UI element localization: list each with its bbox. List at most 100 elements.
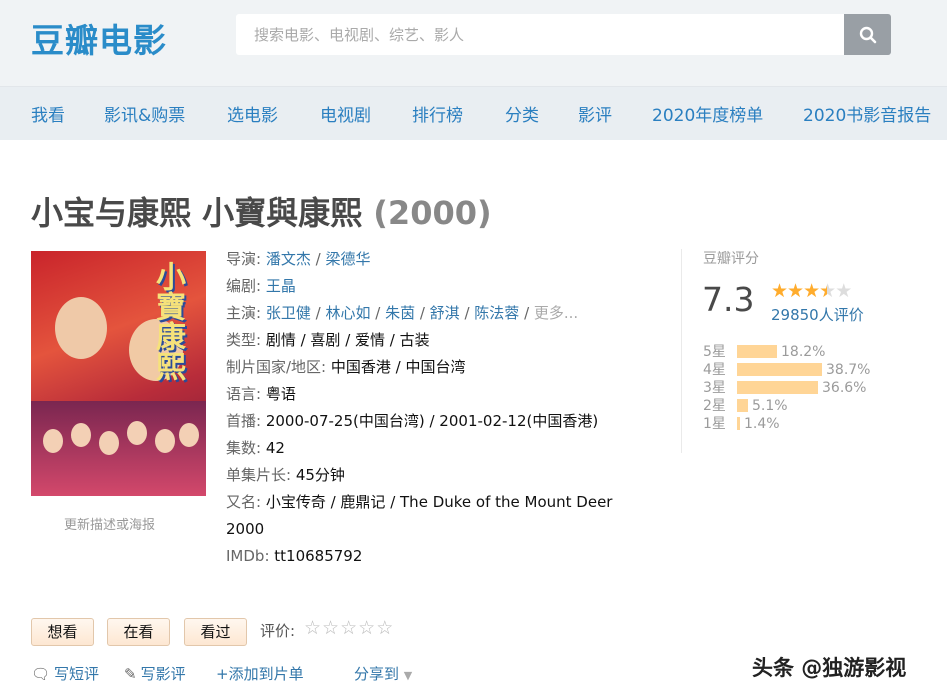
rating-bar-row: 5星 18.2% [703,343,825,361]
episodes-value: 42 [265,439,285,457]
genre-label: 类型: [226,331,262,349]
rating-bar-percent: 5.1% [752,398,788,414]
update-poster-link[interactable]: 更新描述或海报 [64,514,155,533]
poster-figure [43,429,63,453]
region-value: 中国香港 / 中国台湾 [330,358,466,376]
rating-divider [681,249,682,453]
search-button[interactable] [844,14,891,55]
pencil-icon: ✎ [124,665,137,683]
rating-bar [737,417,740,430]
main-nav: 我看 影讯&购票 选电影 电视剧 排行榜 分类 影评 2020年度榜单 2020… [0,86,947,140]
info-row-premiere: 首播: 2000-07-25(中国台湾) / 2001-02-12(中国香港) [226,409,598,433]
rating-bar [737,399,748,412]
nav-item-categories[interactable]: 分类 [505,101,539,126]
add-to-list-link[interactable]: +添加到片单 [216,663,304,684]
writer-link[interactable]: 王晶 [266,277,296,295]
rating-votes-link[interactable]: 29850人评价 [771,304,864,325]
rating-bar [737,345,777,358]
cast-more-link[interactable]: 更多... [534,304,578,322]
rating-bar-row: 2星 5.1% [703,397,788,415]
comment-icon: 🗨︎ [31,665,51,683]
watched-button[interactable]: 看过 [184,618,247,646]
info-row-aka-continued: 2000 [226,517,264,541]
info-row-director: 导演: 潘文杰 / 梁德华 [226,250,371,268]
rate-star-icon[interactable]: ☆ [358,617,376,639]
rating-bar-percent: 18.2% [781,344,826,360]
nav-item-explore-movies[interactable]: 选电影 [227,101,278,126]
info-row-genre: 类型: 剧情 / 喜剧 / 爱情 / 古装 [226,328,430,352]
movie-title: 小宝与康熙 小寶與康熙 [31,194,363,232]
nav-item-my-watch[interactable]: 我看 [31,101,65,126]
write-short-review-link[interactable]: 🗨︎ 写短评 [31,663,99,684]
genre-value: 剧情 / 喜剧 / 爱情 / 古装 [265,331,430,349]
nav-item-annual-report[interactable]: 2020书影音报告 [803,101,931,126]
director-label: 导演: [226,250,262,268]
rating-bar-label: 1星 [703,416,726,432]
share-dropdown[interactable]: 分享到 ▼ [354,663,412,684]
info-row-runtime: 单集片长: 45分钟 [226,463,345,487]
rating-bar-row: 4星 38.7% [703,361,870,379]
rating-bar-percent: 1.4% [744,416,780,432]
cast-link[interactable]: 陈法蓉 [474,304,519,322]
info-row-imdb: IMDb: tt10685792 [226,544,362,568]
search-box[interactable] [236,14,844,55]
rating-label: 豆瓣评分 [703,251,759,267]
rate-label: 评价: [260,622,296,640]
language-value: 粤语 [265,385,296,403]
rating-bar-label: 4星 [703,362,726,378]
language-label: 语言: [226,385,262,403]
cast-link[interactable]: 张卫健 [266,304,311,322]
premiere-value: 2000-07-25(中国台湾) / 2001-02-12(中国香港) [265,412,599,430]
rating-stars: ★★★★★ [771,280,852,302]
info-row-language: 语言: 粤语 [226,382,296,406]
cast-link[interactable]: 舒淇 [430,304,460,322]
cast-label: 主演: [226,304,262,322]
episodes-label: 集数: [226,439,262,457]
nav-item-charts[interactable]: 排行榜 [412,101,463,126]
watching-button[interactable]: 在看 [107,618,170,646]
nav-item-showtimes[interactable]: 影讯&购票 [104,101,185,126]
runtime-value: 45分钟 [295,466,345,484]
rating-bar-percent: 36.6% [822,380,867,396]
rating-score: 7.3 [702,280,755,319]
runtime-label: 单集片长: [226,466,292,484]
want-to-watch-button[interactable]: 想看 [31,618,94,646]
poster-figure [127,421,147,445]
write-short-review-label: 写短评 [54,665,100,683]
star-full-icon: ★ [787,280,804,302]
cast-link[interactable]: 朱茵 [385,304,415,322]
star-full-icon: ★ [771,280,788,302]
search-input[interactable] [236,14,844,55]
write-review-link[interactable]: ✎ 写影评 [124,663,186,684]
director-link[interactable]: 潘文杰 [266,250,311,268]
imdb-label: IMDb: [226,547,270,565]
rating-bar-label: 2星 [703,398,726,414]
rating-bar-row: 3星 36.6% [703,379,866,397]
rating-bar [737,381,818,394]
rating-bar-row: 1星 1.4% [703,415,780,433]
rate-star-icon[interactable]: ☆ [376,617,394,639]
poster-artwork-text: 小寶康熙 [150,261,185,381]
share-label: 分享到 [354,665,400,683]
rate-star-icon[interactable]: ☆ [340,617,358,639]
douban-movie-logo[interactable]: 豆瓣电影 [31,14,167,62]
nav-item-tv[interactable]: 电视剧 [320,101,371,126]
rate-star-icon[interactable]: ☆ [322,617,340,639]
info-row-writer: 编剧: 王晶 [226,274,296,298]
movie-poster[interactable]: 小寶康熙 [31,251,206,496]
rating-bar-label: 5星 [703,344,726,360]
poster-figure [155,429,175,453]
poster-figure [55,297,107,359]
top-bar: 豆瓣电影 [0,0,947,86]
write-review-label: 写影评 [140,665,186,683]
cast-link[interactable]: 林心如 [325,304,370,322]
director-link[interactable]: 梁德华 [325,250,370,268]
watermark: 头条 @独游影视 [752,656,907,680]
rate-star-icon[interactable]: ☆ [304,617,322,639]
info-row-region: 制片国家/地区: 中国香港 / 中国台湾 [226,355,465,379]
premiere-label: 首播: [226,412,262,430]
nav-item-annual-list[interactable]: 2020年度榜单 [652,101,763,126]
nav-item-reviews[interactable]: 影评 [578,101,612,126]
rate-stars[interactable]: ☆☆☆☆☆ [304,617,394,639]
info-row-cast: 主演: 张卫健 / 林心如 / 朱茵 / 舒淇 / 陈法蓉 / 更多... [226,304,579,322]
